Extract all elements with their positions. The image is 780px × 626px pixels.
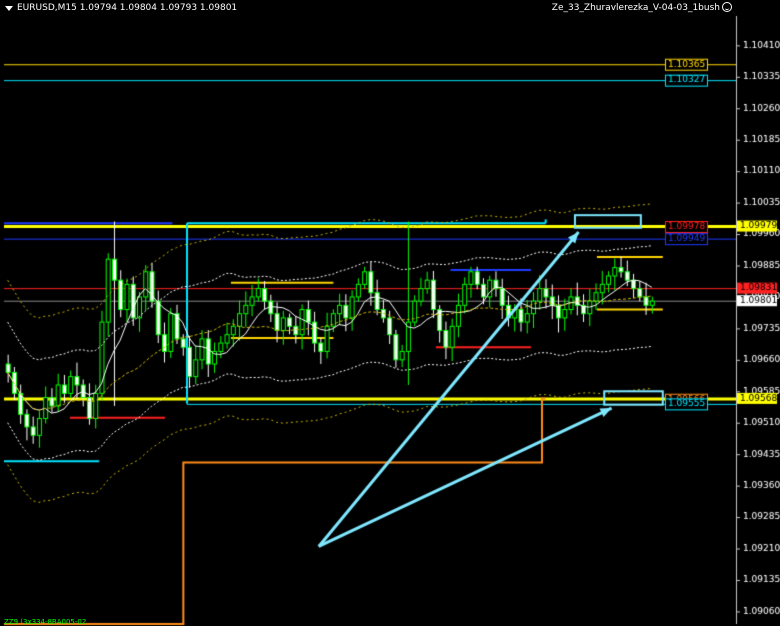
- expert-advisor-smiley-icon: [722, 2, 732, 12]
- chart-menu-triangle-icon[interactable]: [5, 6, 13, 11]
- symbol-info-header: EURUSD,M15 1.09794 1.09804 1.09793 1.098…: [17, 3, 238, 13]
- indicator-footer-label: ZZ9 (3x334-8BA005-02: [4, 618, 87, 626]
- price-chart[interactable]: [0, 0, 780, 626]
- indicator-name-header: Ze_33_Zhuravlerezka_V-04-03_1bush: [551, 3, 720, 13]
